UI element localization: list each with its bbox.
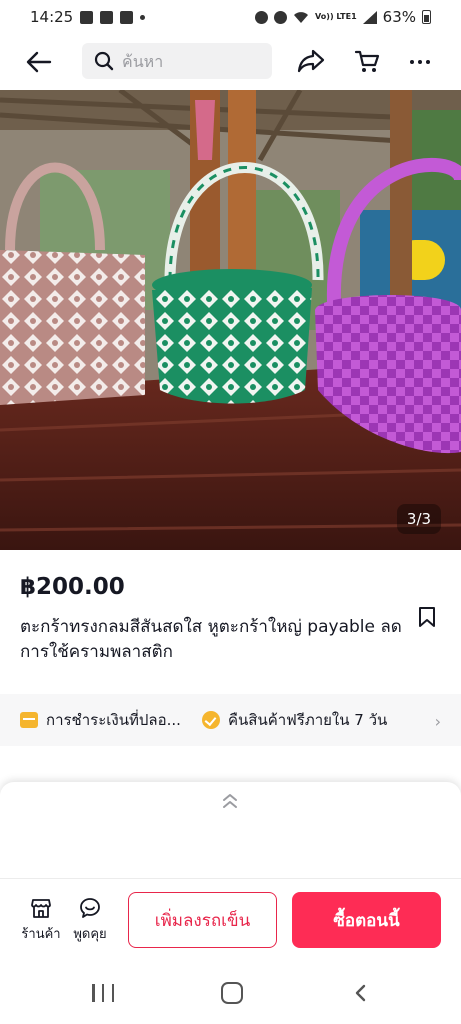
bookmark-icon <box>419 607 435 627</box>
add-to-cart-button[interactable]: เพิ่มลงรถเข็น <box>128 892 277 948</box>
search-bar[interactable] <box>82 43 272 79</box>
product-price: ฿200.00 <box>20 574 125 600</box>
clock-icon <box>274 10 288 24</box>
home-button[interactable] <box>221 982 243 1004</box>
chevron-right-icon: › <box>434 712 441 731</box>
system-navigation-bar <box>0 960 461 1024</box>
top-navigation <box>0 40 461 84</box>
cart-icon <box>354 50 380 72</box>
product-image-carousel[interactable]: 3/3 <box>0 90 461 550</box>
recent-apps-icon-bar <box>111 984 114 1002</box>
shop-notification-icon <box>120 10 134 24</box>
more-notifications-icon <box>140 14 146 20</box>
status-bar: 14:25 Vo)) LTE1 63% <box>0 0 461 34</box>
tiktok-notification-icon <box>100 10 114 24</box>
system-back-button[interactable] <box>352 984 370 1002</box>
more-icon-dot <box>426 60 430 64</box>
back-arrow-icon <box>26 51 52 73</box>
chat-label: พูดคุย <box>73 927 107 942</box>
more-icon <box>410 60 414 64</box>
return-benefit-label: คืนสินค้าฟรีภายใน 7 วัน <box>228 711 388 729</box>
image-counter: 3/3 <box>397 504 441 534</box>
product-photo <box>0 90 461 550</box>
recent-apps-icon-bar <box>101 984 105 1002</box>
payment-benefit-label: การชำระเงินที่ปลอ... <box>46 711 181 729</box>
shop-label: ร้านค้า <box>21 927 61 942</box>
wifi-icon <box>294 11 309 23</box>
recent-apps-icon <box>92 984 95 1002</box>
search-input[interactable] <box>122 51 262 71</box>
service-benefits-strip[interactable]: การชำระเงินที่ปลอ... คืนสินค้าฟรีภายใน 7… <box>0 694 461 746</box>
chevron-left-icon <box>355 984 366 1002</box>
shop-button[interactable]: ร้านค้า <box>18 897 64 944</box>
share-button[interactable] <box>297 48 327 76</box>
cart-button[interactable] <box>354 48 384 76</box>
chat-button[interactable]: พูดคุย <box>67 897 113 944</box>
volte-icon: Vo)) LTE1 <box>315 12 357 21</box>
status-right: Vo)) LTE1 63% <box>255 8 431 26</box>
product-title: ตะกร้าทรงกลมสีสันสดใส หูตะกร้าใหญ่ payab… <box>20 617 402 662</box>
more-icon-dot <box>418 60 422 64</box>
battery-percent: 63% <box>382 8 416 26</box>
free-return-benefit: คืนสินค้าฟรีภายใน 7 วัน <box>202 708 387 732</box>
bottom-action-bar: ร้านค้า พูดคุย เพิ่มลงรถเข็น ซื้อตอนนี้ <box>0 878 461 960</box>
save-product-button[interactable] <box>418 606 438 628</box>
back-button[interactable] <box>24 48 54 76</box>
battery-icon <box>422 10 431 24</box>
buy-now-button[interactable]: ซื้อตอนนี้ <box>292 892 441 948</box>
store-icon <box>31 899 51 918</box>
signal-icon <box>362 10 377 24</box>
status-left: 14:25 <box>30 8 146 26</box>
gallery-notification-icon <box>80 10 94 24</box>
status-time: 14:25 <box>30 8 74 26</box>
share-icon <box>297 49 325 73</box>
more-options-button[interactable] <box>404 48 436 76</box>
alarm-icon <box>255 10 269 24</box>
payment-icon <box>20 712 38 728</box>
product-detail-page: 14:25 Vo)) LTE1 63% ค้นหา 3/3 ฿200.00 ตะ… <box>0 0 461 1024</box>
return-check-icon <box>202 711 220 729</box>
chat-icon <box>80 898 100 918</box>
chevron-double-up-icon <box>223 794 237 808</box>
secure-payment-benefit: การชำระเงินที่ปลอ... <box>20 708 192 732</box>
recent-apps-button[interactable] <box>92 984 114 1002</box>
search-icon <box>94 51 114 71</box>
expand-sheet[interactable] <box>0 782 461 878</box>
